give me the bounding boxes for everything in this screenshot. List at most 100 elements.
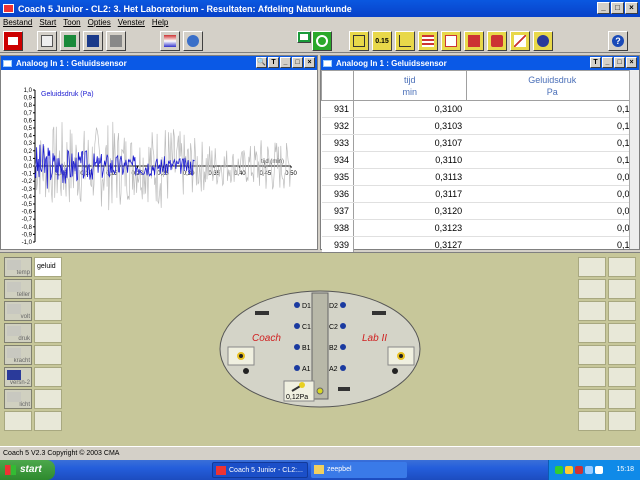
x-tick-label: 0,50 — [285, 171, 297, 177]
table-row[interactable]: 939 0,3127 0,14 — [321, 236, 639, 254]
time-cell: 0,3127 — [353, 236, 467, 254]
text-icon — [468, 35, 480, 47]
menu-help[interactable]: Help — [152, 17, 168, 29]
table-minimize-button[interactable]: _ — [602, 57, 613, 68]
table-maximize-button[interactable]: □ — [614, 57, 625, 68]
save-as-button[interactable] — [83, 31, 103, 51]
chart-maximize-button[interactable]: □ — [292, 57, 303, 68]
monitor-icon — [300, 34, 308, 40]
time-cell: 0,3113 — [353, 168, 467, 186]
table-row[interactable]: 937 0,3120 0,05 — [321, 202, 639, 220]
toolbar: 0.15 ? — [0, 29, 640, 53]
table-row[interactable]: 938 0,3123 0,08 — [321, 219, 639, 237]
analysis-icon — [514, 35, 526, 47]
monitor-button[interactable] — [297, 31, 311, 43]
chart-pane-title: Analoog In 1 : Geluidssensor 🔍 T _ □ × — [1, 56, 317, 70]
volume-icon[interactable] — [595, 466, 603, 474]
chart-close-button[interactable]: × — [304, 57, 315, 68]
taskbar-item-coach[interactable]: Coach 5 Junior - CL2:... — [212, 462, 308, 478]
analysis-button[interactable] — [510, 31, 530, 51]
save-button[interactable] — [60, 31, 80, 51]
port-label: A1 — [302, 366, 311, 373]
table-row[interactable]: 932 0,3103 0,10 — [321, 117, 639, 135]
open-button[interactable] — [37, 31, 57, 51]
taskbar: start Coach 5 Junior - CL2:... zeepbel 1… — [0, 460, 640, 480]
chart-svg[interactable]: 1,00,90,80,70,60,50,40,30,20,10,0-0,1-0,… — [1, 70, 317, 249]
start-button[interactable]: start — [0, 460, 55, 480]
exit-button[interactable] — [3, 31, 23, 51]
tray-icon[interactable] — [575, 466, 583, 474]
menu-opties[interactable]: Opties — [88, 17, 111, 29]
port-connector-icon[interactable] — [340, 323, 346, 329]
menu-venster[interactable]: Venster — [118, 17, 145, 29]
start-measurement-button[interactable] — [312, 31, 332, 51]
zoom-button[interactable]: 0.15 — [372, 31, 392, 51]
table-close-button[interactable]: × — [626, 57, 637, 68]
pressure-header-unit: Pa — [546, 86, 558, 97]
clock[interactable]: 15:18 — [616, 466, 634, 473]
time-header[interactable]: tijd min — [353, 70, 467, 101]
activity-button[interactable] — [183, 31, 203, 51]
time-cell: 0,3103 — [353, 117, 467, 135]
y-tick-label: -0,6 — [22, 210, 33, 216]
windows-flag-icon — [5, 465, 16, 475]
table-pane: Analoog In 1 : Geluidssensor T _ □ × tij… — [320, 55, 640, 271]
row-index: 935 — [321, 168, 354, 186]
table-row[interactable]: 933 0,3107 0,12 — [321, 134, 639, 152]
pin-icon[interactable]: T — [590, 57, 601, 68]
tray-icon[interactable] — [565, 466, 573, 474]
y-tick-label: -0,4 — [22, 194, 33, 200]
ground-connector-icon — [392, 368, 398, 374]
table-row[interactable]: 935 0,3113 0,08 — [321, 168, 639, 186]
pressure-cell: 0,05 — [466, 202, 639, 220]
table-button[interactable] — [418, 31, 438, 51]
close-button[interactable]: × — [625, 2, 638, 14]
print-button[interactable] — [106, 31, 126, 51]
globe-button[interactable] — [533, 31, 553, 51]
menu-toon[interactable]: Toon — [63, 17, 80, 29]
port-connector-icon[interactable] — [340, 344, 346, 350]
row-index: 937 — [321, 202, 354, 220]
minimize-button[interactable]: _ — [597, 2, 610, 14]
port-connector-icon[interactable] — [340, 302, 346, 308]
y-tick-label: -0,2 — [22, 179, 33, 185]
chart-title: Analoog In 1 : Geluidssensor — [16, 58, 127, 68]
port-connector-icon[interactable] — [294, 323, 300, 329]
port-connector-icon[interactable] — [294, 302, 300, 308]
text-button[interactable] — [464, 31, 484, 51]
help-button[interactable]: ? — [608, 31, 628, 51]
pressure-header[interactable]: Geluidsdruk Pa — [465, 70, 640, 101]
menu-start[interactable]: Start — [39, 17, 56, 29]
video-button[interactable] — [487, 31, 507, 51]
zoom-icon[interactable]: 🔍 — [256, 57, 267, 68]
video-icon — [491, 35, 503, 47]
graph-button[interactable] — [395, 31, 415, 51]
row-index: 932 — [321, 117, 354, 135]
table-row[interactable]: 936 0,3117 0,08 — [321, 185, 639, 203]
table-row[interactable]: 931 0,3100 0,10 — [321, 100, 639, 118]
chart-minimize-button[interactable]: _ — [280, 57, 291, 68]
meter-button[interactable] — [441, 31, 461, 51]
taskbar-item-zeepbel[interactable]: zeepbel — [311, 462, 407, 478]
sensor-button[interactable] — [349, 31, 369, 51]
tray-icon[interactable] — [555, 466, 563, 474]
y-tick-label: 0,4 — [24, 134, 33, 140]
port-connector-icon[interactable] — [294, 344, 300, 350]
data-table: tijd min Geluidsdruk Pa 931 0,3100 0,10 932 0,… — [321, 70, 640, 271]
tray-icon[interactable] — [585, 466, 593, 474]
pin-icon[interactable]: T — [268, 57, 279, 68]
taskbar-item-label: zeepbel — [327, 466, 352, 473]
sensor-readout: 0,12Pa — [286, 394, 308, 401]
menu-bestand[interactable]: Bestand — [3, 17, 32, 29]
menubar: Bestand Start Toon Opties Venster Help — [0, 17, 640, 29]
row-index: 934 — [321, 151, 354, 169]
maximize-button[interactable]: □ — [611, 2, 624, 14]
port-connector-icon[interactable] — [294, 365, 300, 371]
table-scrollbar[interactable] — [629, 70, 639, 249]
flag-button[interactable] — [160, 31, 180, 51]
port-connector-icon[interactable] — [340, 365, 346, 371]
table-pane-title: Analoog In 1 : Geluidssensor T _ □ × — [321, 56, 639, 70]
help-icon: ? — [612, 35, 624, 47]
table-row[interactable]: 934 0,3110 0,12 — [321, 151, 639, 169]
pressure-cell: 0,08 — [466, 168, 639, 186]
